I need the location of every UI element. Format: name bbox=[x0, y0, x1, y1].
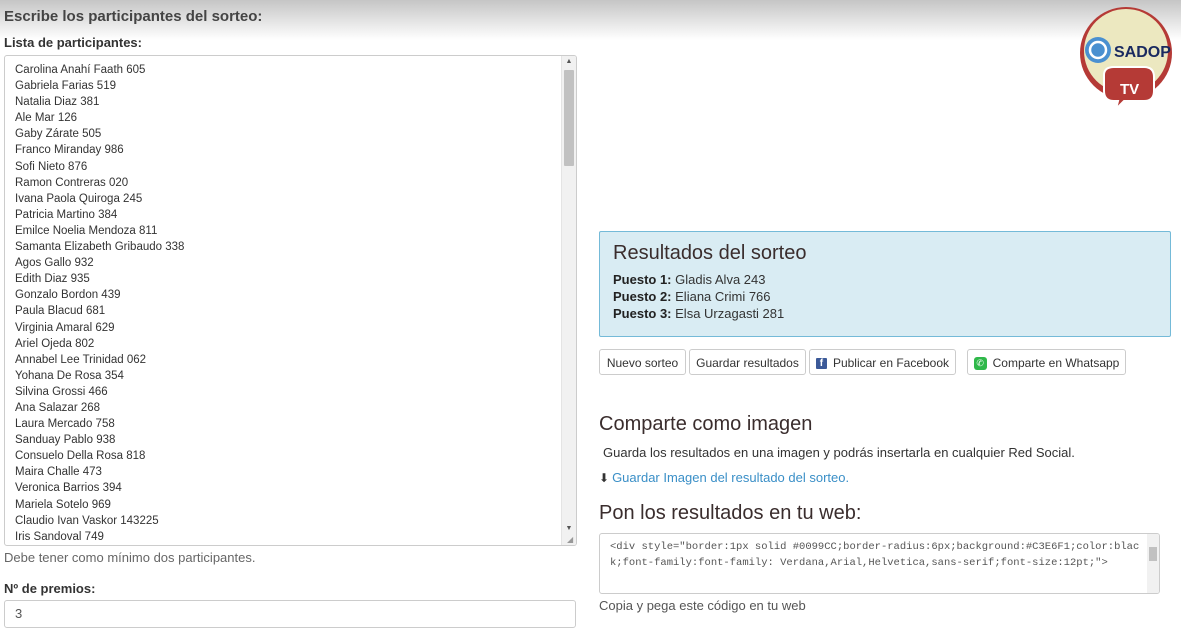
participant-line: Iris Sandoval 749 bbox=[15, 530, 104, 543]
min-participants-hint: Debe tener como mínimo dos participantes… bbox=[4, 550, 256, 565]
participant-line: Gabriela Farias 519 bbox=[15, 80, 116, 93]
participant-line: Laura Mercado 758 bbox=[15, 418, 115, 431]
participant-line: Virginia Amaral 629 bbox=[15, 321, 115, 334]
participant-line: Annabel Lee Trinidad 062 bbox=[15, 353, 147, 366]
participant-line: Ivana Paola Quiroga 245 bbox=[15, 192, 143, 205]
result-row-3: Puesto 3: Elsa Urzagasti 281 bbox=[613, 306, 784, 321]
participant-line: Natalia Diaz 381 bbox=[15, 96, 100, 109]
whatsapp-icon: ✆ bbox=[973, 357, 987, 371]
participant-line: Sofi Nieto 876 bbox=[15, 160, 88, 173]
participants-list-label: Lista de participantes: bbox=[4, 35, 142, 50]
participants-scrollbar[interactable]: ▲ ▼ bbox=[561, 56, 576, 545]
whatsapp-button-label: Comparte en Whatsapp bbox=[992, 356, 1120, 370]
facebook-button-label: Publicar en Facebook bbox=[832, 356, 950, 370]
sadop-tv-logo: SADOP TV bbox=[1080, 7, 1172, 110]
participant-line: Silvina Grossi 466 bbox=[15, 385, 108, 398]
resize-grip-icon[interactable]: ◢ bbox=[567, 536, 575, 544]
save-image-link-text: Guardar Imagen del resultado del sorteo. bbox=[612, 470, 850, 485]
result-value: Eliana Crimi 766 bbox=[675, 289, 771, 304]
result-value: Gladis Alva 243 bbox=[675, 272, 766, 287]
participant-line: Agos Gallo 932 bbox=[15, 257, 94, 270]
embed-scroll-thumb[interactable] bbox=[1149, 547, 1157, 561]
participant-line: Gaby Zárate 505 bbox=[15, 128, 102, 141]
participant-line: Mariela Sotelo 969 bbox=[15, 498, 111, 511]
logo-text: SADOP bbox=[1114, 44, 1171, 61]
participant-line: Edith Diaz 935 bbox=[15, 273, 90, 286]
participant-line: Paula Blacud 681 bbox=[15, 305, 106, 318]
result-label: Puesto 1: bbox=[613, 272, 672, 287]
prizes-input[interactable]: 3 bbox=[4, 600, 576, 628]
embed-title: Pon los resultados en tu web: bbox=[599, 502, 862, 524]
participant-line: Gonzalo Bordon 439 bbox=[15, 289, 121, 302]
facebook-share-button[interactable]: f Publicar en Facebook bbox=[809, 349, 956, 375]
result-row-1: Puesto 1: Gladis Alva 243 bbox=[613, 272, 765, 287]
participant-line: Samanta Elizabeth Gribaudo 338 bbox=[15, 241, 185, 254]
embed-code: <div style="border:1px solid #0099CC;bor… bbox=[610, 541, 1140, 569]
participant-line: Consuelo Della Rosa 818 bbox=[15, 450, 146, 463]
whatsapp-share-button[interactable]: ✆ Comparte en Whatsapp bbox=[967, 349, 1126, 375]
participant-line: Ana Salazar 268 bbox=[15, 401, 101, 414]
embed-code-scrollbar[interactable] bbox=[1147, 534, 1159, 593]
save-results-button[interactable]: Guardar resultados bbox=[689, 349, 806, 375]
prizes-label: Nº de premios: bbox=[4, 581, 96, 596]
result-row-2: Puesto 2: Eliana Crimi 766 bbox=[613, 289, 771, 304]
scroll-up-arrow-icon[interactable]: ▲ bbox=[562, 56, 576, 68]
participant-line: Ramon Contreras 020 bbox=[15, 176, 129, 189]
participant-line: Yohana De Rosa 354 bbox=[15, 369, 124, 382]
participant-line: Ariel Ojeda 802 bbox=[15, 337, 95, 350]
scroll-down-arrow-icon[interactable]: ▼ bbox=[562, 523, 576, 535]
participant-line: Patricia Martino 384 bbox=[15, 208, 118, 221]
participant-line: Sanduay Pablo 938 bbox=[15, 434, 116, 447]
new-draw-button[interactable]: Nuevo sorteo bbox=[599, 349, 686, 375]
participant-line: Veronica Barrios 394 bbox=[15, 482, 122, 495]
result-value: Elsa Urzagasti 281 bbox=[675, 306, 785, 321]
participants-textarea[interactable]: Carolina Anahí Faath 605 Gabriela Farias … bbox=[4, 55, 577, 546]
scroll-thumb[interactable] bbox=[564, 70, 574, 166]
result-label: Puesto 3: bbox=[613, 306, 672, 321]
result-label: Puesto 2: bbox=[613, 289, 672, 304]
participants-list: Carolina Anahí Faath 605 Gabriela Farias … bbox=[15, 62, 560, 545]
participant-line: Emilce Noelia Mendoza 811 bbox=[15, 224, 158, 237]
facebook-icon: f bbox=[815, 358, 827, 370]
download-icon: ⬇ bbox=[599, 471, 610, 485]
save-image-link[interactable]: ⬇ Guardar Imagen del resultado del sorteo… bbox=[599, 470, 849, 485]
results-title: Resultados del sorteo bbox=[613, 242, 807, 264]
embed-code-textarea[interactable]: <div style="border:1px solid #0099CC;bor… bbox=[599, 533, 1160, 594]
share-image-text: Guarda los resultados en una imagen y po… bbox=[603, 445, 1075, 460]
page-heading: Escribe los participantes del sorteo: bbox=[4, 8, 263, 25]
participant-line: Carolina Anahí Faath 605 bbox=[15, 64, 146, 76]
participant-line: Franco Miranday 986 bbox=[15, 144, 124, 157]
participant-line: Maira Challe 473 bbox=[15, 466, 102, 479]
embed-code-hint: Copia y pega este código en tu web bbox=[599, 598, 806, 613]
participant-line: Claudio Ivan Vaskor 143225 bbox=[15, 514, 159, 527]
results-panel: Resultados del sorteo Puesto 1: Gladis A… bbox=[599, 231, 1171, 337]
logo-badge: TV bbox=[1120, 81, 1139, 98]
share-image-title: Comparte como imagen bbox=[599, 413, 813, 435]
participant-line: Ale Mar 126 bbox=[15, 112, 78, 125]
